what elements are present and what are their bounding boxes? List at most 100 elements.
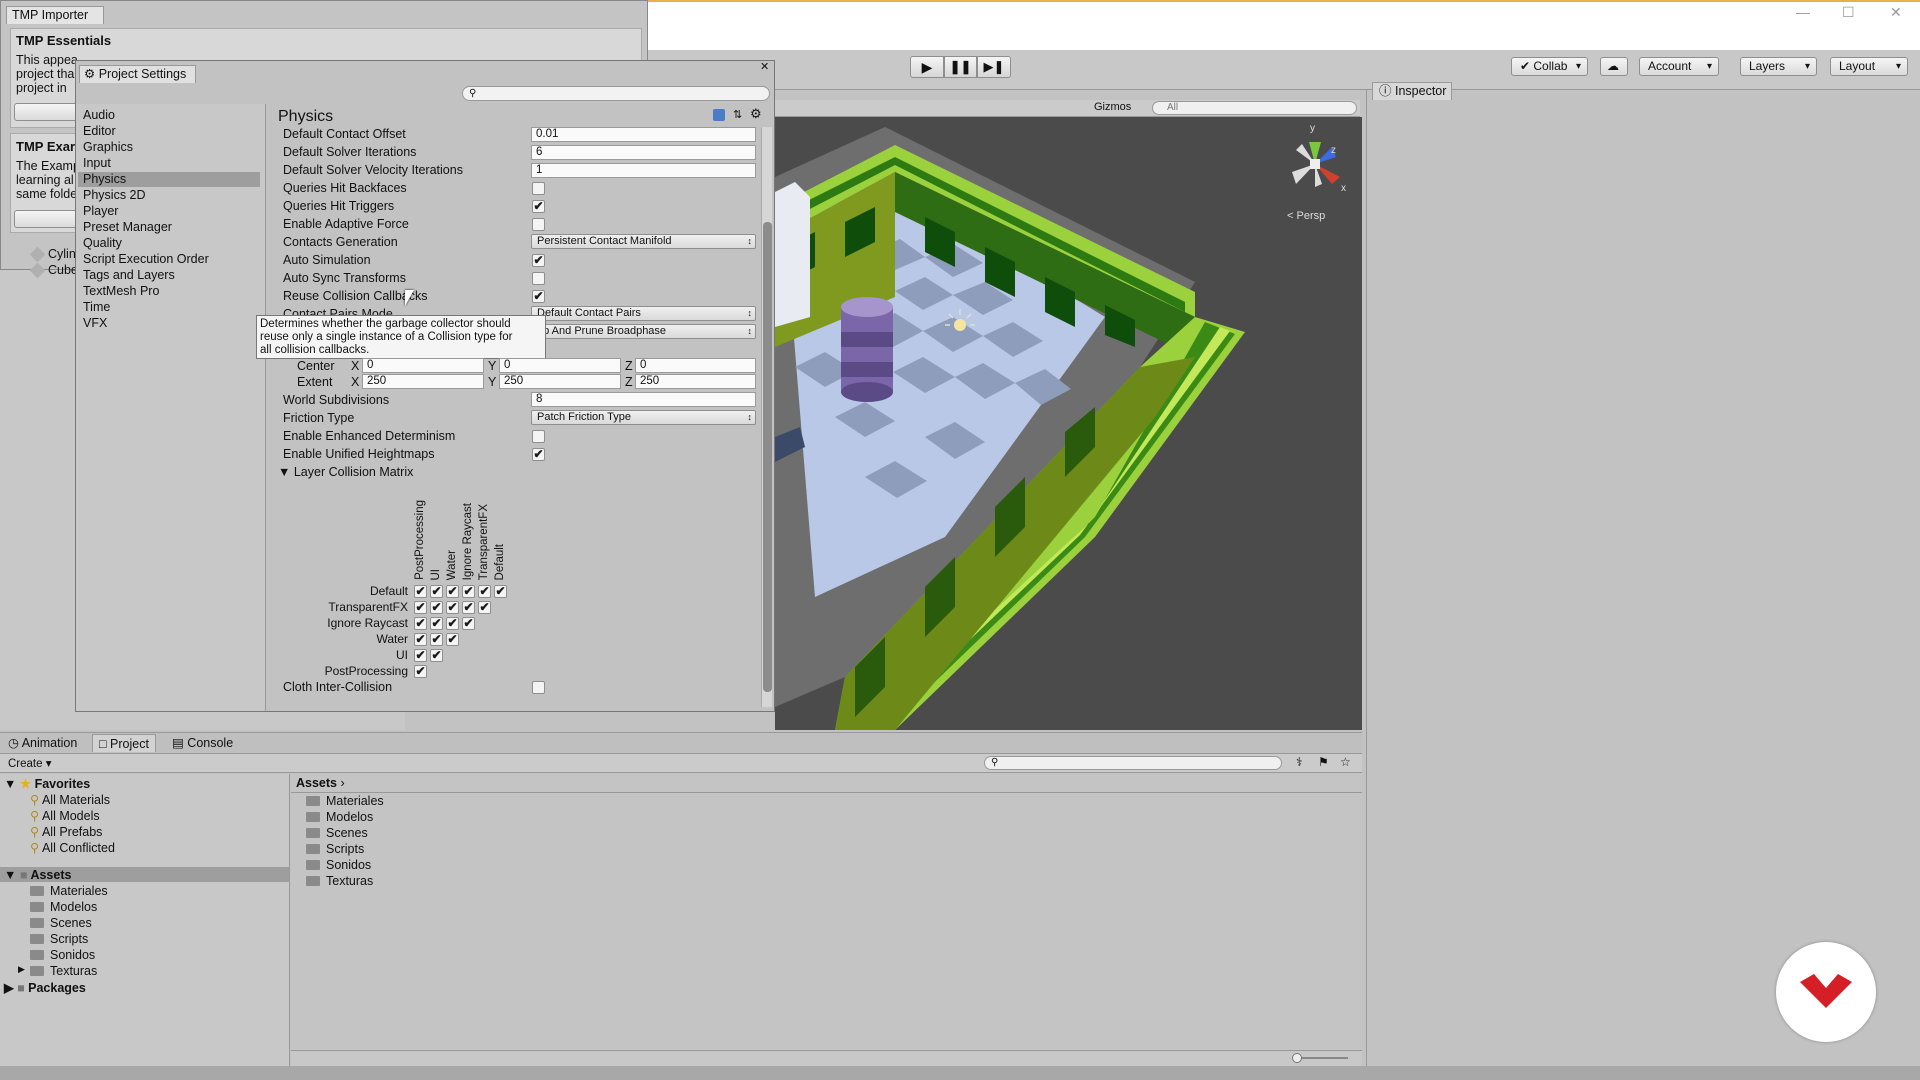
- asset-folder-scenes[interactable]: Scenes: [306, 826, 368, 840]
- step-button[interactable]: ▶❚: [977, 56, 1011, 78]
- account-dropdown[interactable]: Account: [1639, 57, 1719, 76]
- matrix-checkbox[interactable]: [414, 633, 427, 646]
- matrix-checkbox[interactable]: [414, 649, 427, 662]
- import-examples-button[interactable]: [14, 210, 84, 228]
- matrix-checkbox[interactable]: [414, 665, 427, 678]
- category-tags-and-layers[interactable]: Tags and Layers: [83, 268, 175, 282]
- inspector-tab[interactable]: ⓘ Inspector: [1372, 82, 1452, 100]
- checkbox-queries-hit-triggers[interactable]: [532, 200, 545, 213]
- checkbox-auto-sync-transforms[interactable]: [532, 272, 545, 285]
- gizmos-dropdown[interactable]: Gizmos: [1094, 101, 1131, 113]
- field-extent-z[interactable]: 250: [635, 374, 756, 389]
- category-physics-2d[interactable]: Physics 2D: [83, 188, 146, 202]
- tab-project[interactable]: □ Project: [92, 734, 156, 752]
- tab-animation[interactable]: ◷ Animation: [2, 734, 83, 752]
- dropdown-friction-type[interactable]: Patch Friction Type: [531, 410, 756, 425]
- asset-folder-texturas[interactable]: Texturas: [306, 874, 373, 888]
- matrix-checkbox[interactable]: [430, 633, 443, 646]
- category-player[interactable]: Player: [83, 204, 118, 218]
- settings-gear-icon[interactable]: ⚙: [750, 106, 762, 122]
- expand-arrow-icon[interactable]: ▶: [18, 964, 25, 975]
- matrix-checkbox[interactable]: [446, 601, 459, 614]
- field-extent-x[interactable]: 250: [362, 374, 484, 389]
- tab-console[interactable]: ▤ Console: [166, 734, 239, 752]
- matrix-checkbox[interactable]: [414, 585, 427, 598]
- matrix-checkbox[interactable]: [478, 585, 491, 598]
- favorite-all-materials[interactable]: ⚲ All Materials: [30, 792, 110, 807]
- field-extent-y[interactable]: 250: [499, 374, 621, 389]
- slider-thumb[interactable]: [1292, 1053, 1302, 1063]
- minimize-button[interactable]: —: [1796, 4, 1816, 20]
- close-window-button[interactable]: ✕: [1890, 4, 1910, 21]
- category-editor[interactable]: Editor: [83, 124, 116, 138]
- matrix-checkbox[interactable]: [414, 617, 427, 630]
- asset-folder-sonidos[interactable]: Sonidos: [306, 858, 371, 872]
- checkbox-enable-adaptive-force[interactable]: [532, 218, 545, 231]
- assets-header[interactable]: ▼ ■ Assets: [4, 868, 71, 882]
- cloud-button[interactable]: ☁: [1600, 57, 1628, 76]
- checkbox-cloth-inter-collision[interactable]: [532, 681, 545, 694]
- import-essentials-button[interactable]: [14, 103, 84, 121]
- project-search-input[interactable]: ⚲: [984, 756, 1282, 770]
- favorite-all-models[interactable]: ⚲ All Models: [30, 808, 100, 823]
- tree-folder-modelos[interactable]: Modelos: [30, 900, 97, 914]
- matrix-checkbox[interactable]: [478, 601, 491, 614]
- favorite-all-prefabs[interactable]: ⚲ All Prefabs: [30, 824, 102, 839]
- scene-search-input[interactable]: All: [1152, 101, 1357, 115]
- matrix-checkbox[interactable]: [446, 617, 459, 630]
- field-center-z[interactable]: 0: [635, 358, 756, 373]
- tree-folder-scenes[interactable]: Scenes: [30, 916, 92, 930]
- field-default-contact-offset[interactable]: 0.01: [531, 127, 756, 142]
- persp-label[interactable]: < Persp: [1287, 210, 1325, 222]
- tree-folder-sonidos[interactable]: Sonidos: [30, 948, 95, 962]
- project-settings-tab[interactable]: ⚙ Project Settings: [79, 65, 196, 83]
- scrollbar-thumb[interactable]: [763, 222, 772, 692]
- checkbox-enable-enhanced-determinism[interactable]: [532, 430, 545, 443]
- asset-folder-modelos[interactable]: Modelos: [306, 810, 373, 824]
- window-close-icon[interactable]: ✕: [760, 60, 769, 73]
- scene-view[interactable]: y z x < Persp: [775, 117, 1362, 730]
- favorites-header[interactable]: ▼ ★ Favorites: [4, 776, 90, 791]
- create-dropdown[interactable]: Create ▾: [8, 756, 52, 770]
- tree-folder-materiales[interactable]: Materiales: [30, 884, 108, 898]
- dropdown-contact-pairs-mode[interactable]: Default Contact Pairs: [531, 306, 756, 321]
- layers-dropdown[interactable]: Layers: [1740, 57, 1817, 76]
- hierarchy-item-cube[interactable]: Cube: [48, 263, 78, 277]
- field-center-y[interactable]: 0: [499, 358, 621, 373]
- matrix-checkbox[interactable]: [446, 585, 459, 598]
- favorite-star-icon[interactable]: ☆: [1340, 755, 1351, 769]
- category-time[interactable]: Time: [83, 300, 110, 314]
- help-icon[interactable]: [713, 109, 725, 121]
- checkbox-reuse-collision-callbacks[interactable]: [532, 290, 545, 303]
- matrix-checkbox[interactable]: [414, 601, 427, 614]
- settings-search-input[interactable]: ⚲: [462, 86, 770, 101]
- matrix-checkbox[interactable]: [494, 585, 507, 598]
- dropdown-contacts-generation[interactable]: Persistent Contact Manifold: [531, 234, 756, 249]
- foldout-layer-collision-matrix[interactable]: ▼ Layer Collision Matrix: [278, 465, 413, 479]
- matrix-checkbox[interactable]: [462, 601, 475, 614]
- category-audio[interactable]: Audio: [83, 108, 115, 122]
- category-physics[interactable]: Physics: [83, 172, 126, 186]
- scene-gizmo[interactable]: [1280, 132, 1350, 197]
- hierarchy-item-cylinder[interactable]: Cylin: [48, 247, 76, 261]
- matrix-checkbox[interactable]: [430, 649, 443, 662]
- preset-icon[interactable]: ⇅: [733, 108, 742, 121]
- asset-folder-scripts[interactable]: Scripts: [306, 842, 364, 856]
- layout-dropdown[interactable]: Layout: [1830, 57, 1908, 76]
- maximize-button[interactable]: ☐: [1842, 4, 1862, 21]
- field-world-subdivisions[interactable]: 8: [531, 392, 756, 407]
- tree-folder-scripts[interactable]: Scripts: [30, 932, 88, 946]
- matrix-checkbox[interactable]: [462, 585, 475, 598]
- icon-size-slider[interactable]: [1292, 1053, 1348, 1063]
- category-input[interactable]: Input: [83, 156, 111, 170]
- filter-label-icon[interactable]: ⚑: [1318, 755, 1329, 769]
- field-default-solver-velocity-iterations[interactable]: 1: [531, 163, 756, 178]
- tmp-importer-tab[interactable]: TMP Importer: [6, 6, 104, 24]
- matrix-checkbox[interactable]: [430, 585, 443, 598]
- checkbox-auto-simulation[interactable]: [532, 254, 545, 267]
- field-default-solver-iterations[interactable]: 6: [531, 145, 756, 160]
- favorite-all-conflicted[interactable]: ⚲ All Conflicted: [30, 840, 115, 855]
- category-script-execution-order[interactable]: Script Execution Order: [83, 252, 209, 266]
- category-vfx[interactable]: VFX: [83, 316, 107, 330]
- checkbox-queries-hit-backfaces[interactable]: [532, 182, 545, 195]
